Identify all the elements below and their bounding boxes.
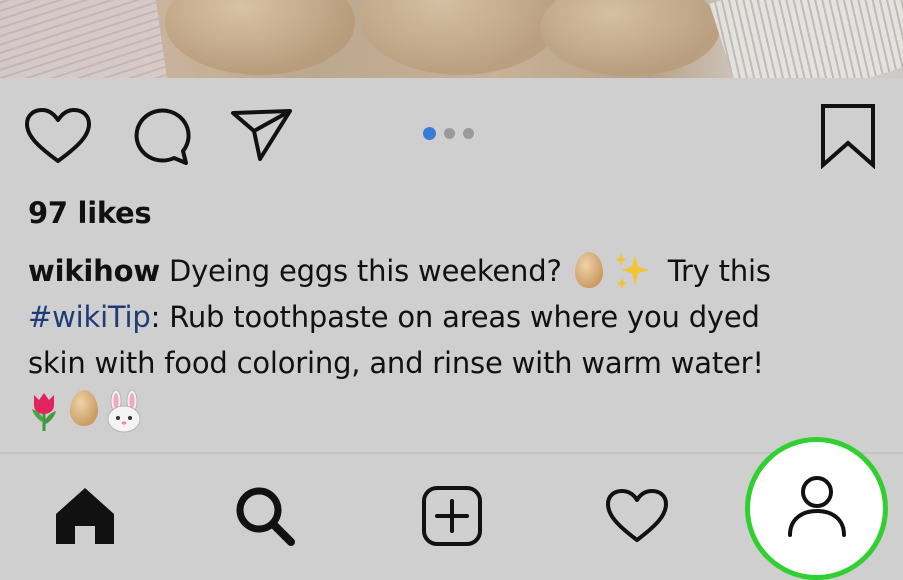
likes-count[interactable]: 97 likes: [28, 196, 152, 230]
hashtag-link[interactable]: #wikiTip: [28, 300, 151, 334]
caption-text: Try this: [658, 254, 771, 288]
tulip-emoji-icon: [28, 389, 60, 433]
post-actions: [0, 95, 903, 175]
heart-icon[interactable]: [24, 107, 92, 165]
carousel-indicator: [423, 127, 474, 140]
caption-emoji-line: [28, 386, 888, 433]
profile-tab-highlight[interactable]: [745, 437, 888, 580]
caption-text: Dyeing eggs this weekend?: [159, 254, 571, 288]
caption-username[interactable]: wikihow: [28, 254, 160, 288]
comment-icon[interactable]: [130, 107, 192, 165]
add-icon[interactable]: [397, 454, 507, 577]
bookmark-icon[interactable]: [819, 103, 877, 170]
post-image[interactable]: [0, 0, 903, 78]
egg-emoji-icon: [70, 390, 98, 426]
bunny-emoji-icon: [104, 389, 144, 433]
caption-text: : Rub toothpaste on areas where you dyed: [150, 300, 760, 334]
egg-emoji-icon: [574, 252, 603, 288]
post-caption: wikihow Dyeing eggs this weekend? Try th…: [28, 248, 888, 433]
home-icon[interactable]: [30, 454, 140, 577]
carousel-dot: [423, 127, 436, 140]
search-icon[interactable]: [210, 454, 320, 577]
caption-text: skin with food coloring, and rinse with …: [28, 346, 764, 380]
carousel-dot: [463, 128, 474, 139]
sparkles-emoji-icon: [613, 251, 651, 291]
activity-heart-icon[interactable]: [582, 454, 692, 577]
profile-icon[interactable]: [785, 475, 849, 543]
share-icon[interactable]: [230, 107, 294, 163]
carousel-dot: [444, 128, 455, 139]
